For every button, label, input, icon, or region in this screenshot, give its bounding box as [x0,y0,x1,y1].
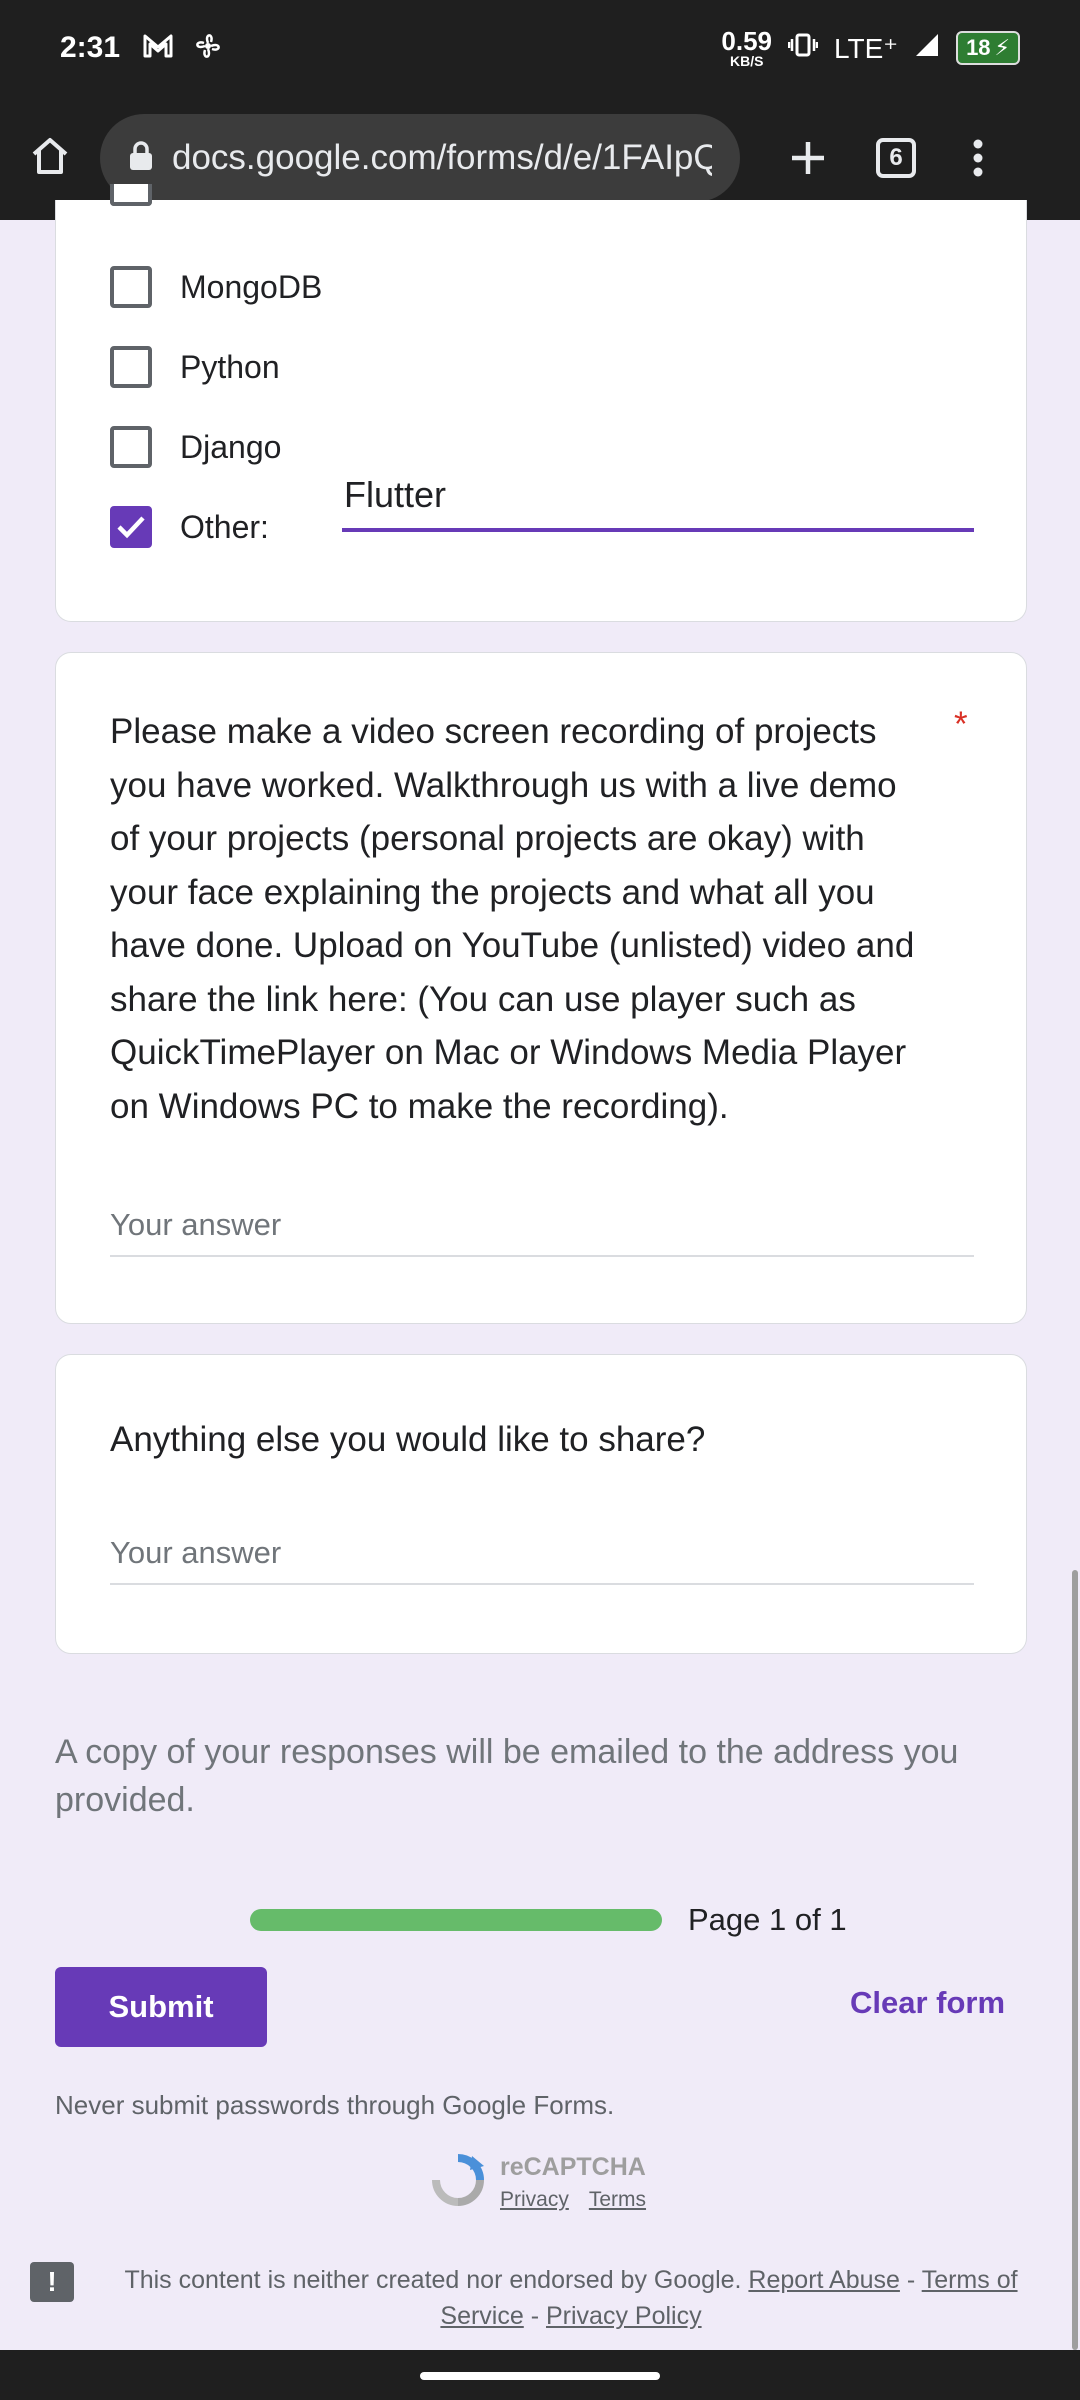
option-python[interactable]: Python [110,346,280,388]
battery-indicator: 18 ⚡ [956,31,1020,65]
anything-else-card: Anything else you would like to share? Y… [55,1354,1027,1654]
tab-count: 6 [876,138,916,178]
progress-fill [250,1909,662,1931]
question-title: Anything else you would like to share? [110,1420,706,1459]
submit-button[interactable]: Submit [55,1967,267,2047]
home-gesture-handle[interactable] [420,2372,660,2380]
footer: ! This content is neither created nor en… [30,2262,1050,2334]
footer-text: This content is neither created nor endo… [92,2262,1050,2334]
checkmark-icon [117,516,145,539]
skills-question-card: MongoDB Python Django Other: Flutter [55,184,1027,622]
page-indicator: Page 1 of 1 [688,1902,847,1937]
scrollbar[interactable] [1072,1570,1078,2350]
option-other[interactable]: Other: [110,506,269,548]
option-mongodb[interactable]: MongoDB [110,266,322,308]
new-tab-button[interactable] [788,138,828,178]
network-speed: 0.59 KB/S [721,28,772,68]
privacy-policy-link[interactable]: Privacy Policy [546,2302,702,2330]
clear-form-button[interactable]: Clear form [850,1985,1005,2021]
recaptcha-badge: reCAPTCHA Privacy Terms [430,2152,646,2213]
checkbox[interactable] [110,426,152,468]
option-django[interactable]: Django [110,426,281,468]
navigation-bar [0,2350,1080,2400]
status-right: 0.59 KB/S LTE⁺ 18 ⚡ [721,28,1020,68]
report-icon: ! [30,2262,74,2302]
signal-icon [914,32,940,65]
checkbox[interactable] [110,346,152,388]
email-copy-notice: A copy of your responses will be emailed… [55,1733,959,1819]
option-label: Django [180,428,282,465]
else-answer-input[interactable]: Your answer [110,1535,974,1585]
home-icon[interactable] [28,134,72,183]
vibrate-icon [787,32,819,65]
url-text: docs.google.com/forms/d/e/1FAIpQLSe [172,138,712,177]
fan-icon [192,30,224,67]
other-text-input[interactable]: Flutter [342,472,974,532]
required-asterisk: * [954,705,968,744]
checkbox[interactable] [110,184,152,206]
menu-icon[interactable] [972,138,984,178]
video-question-card: Please make a video screen recording of … [55,652,1027,1324]
charging-icon: ⚡ [994,35,1010,60]
recaptcha-icon [430,2152,486,2213]
address-bar[interactable]: docs.google.com/forms/d/e/1FAIpQLSe [100,114,740,202]
speed-unit: KB/S [729,53,764,69]
password-warning: Never submit passwords through Google Fo… [55,2090,615,2120]
status-bar: 2:31 0.59 KB/S LTE⁺ 18 ⚡ [0,0,1080,96]
battery-level: 18 [966,35,991,60]
recaptcha-title: reCAPTCHA [500,2153,646,2181]
status-time: 2:31 [60,31,121,64]
speed-value: 0.59 [721,26,772,56]
option-label: Other: [180,508,269,545]
gmail-icon [142,33,174,64]
checkbox[interactable] [110,266,152,308]
progress-bar [250,1909,662,1931]
question-title: Please make a video screen recording of … [110,712,915,1126]
footer-separator: - [523,2302,546,2330]
footer-separator: - [899,2266,922,2294]
network-type: LTE⁺ [834,32,899,64]
option-label: MongoDB [180,268,323,305]
video-answer-input[interactable]: Your answer [110,1207,974,1257]
recaptcha-privacy-link[interactable]: Privacy [500,2188,569,2212]
report-abuse-link[interactable]: Report Abuse [748,2266,900,2294]
checkbox-checked[interactable] [110,506,152,548]
footer-disclaimer: This content is neither created nor endo… [124,2266,742,2294]
notification-icons [142,30,224,67]
option-partial[interactable] [110,184,152,206]
lock-icon [128,140,154,177]
tab-switcher-button[interactable]: 6 [876,138,916,178]
option-label: Python [180,348,280,385]
recaptcha-terms-link[interactable]: Terms [589,2188,646,2212]
